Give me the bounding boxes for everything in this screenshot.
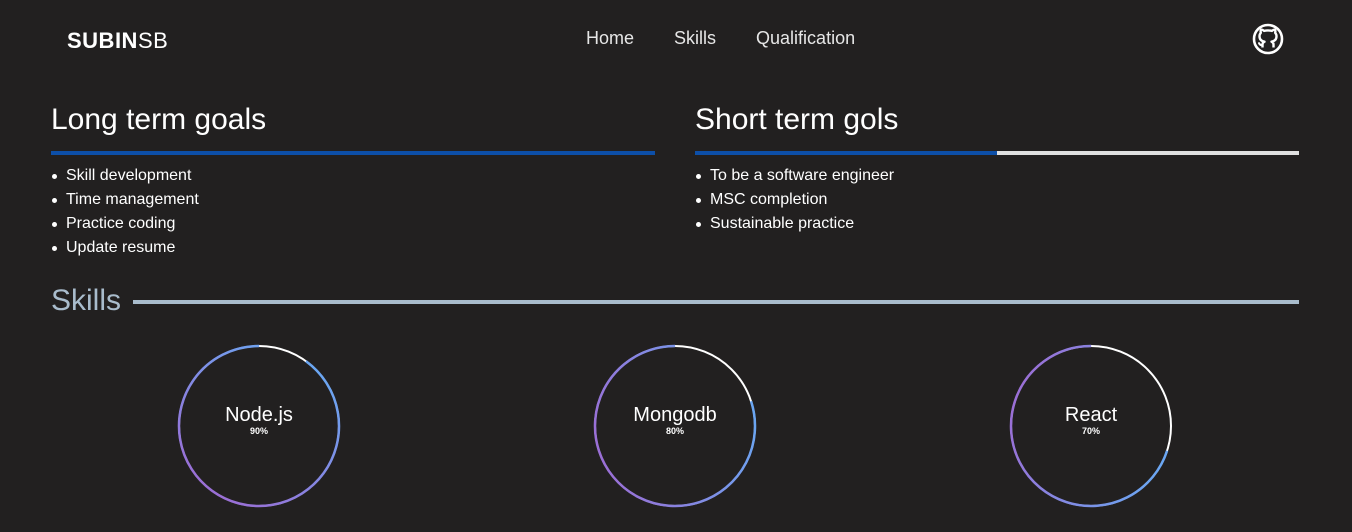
skill-percent: 70% <box>1081 426 1100 436</box>
github-icon[interactable] <box>1252 23 1284 55</box>
long-term-goals-list: Skill development Time management Practi… <box>51 164 199 260</box>
list-item: To be a software engineer <box>695 164 894 188</box>
long-term-progress-fill <box>51 151 655 155</box>
long-term-goals-title: Long term goals <box>51 103 267 136</box>
brand-logo[interactable]: SUBINSB <box>67 28 168 54</box>
long-term-goals-section: Long term goals Skill development Time m… <box>51 100 655 256</box>
skills-header: Skills <box>51 284 1299 320</box>
short-term-goals-section: Short term gols To be a software enginee… <box>695 100 1299 232</box>
skills-divider <box>133 300 1299 304</box>
short-term-progress-fill <box>695 151 997 155</box>
nav-home-link[interactable]: Home <box>586 28 634 49</box>
list-item: MSC completion <box>695 188 894 212</box>
skill-percent: 90% <box>249 426 268 436</box>
list-item: Skill development <box>52 164 199 188</box>
list-item: Practice coding <box>52 212 199 236</box>
list-item: Update resume <box>52 236 199 260</box>
skill-mongodb-ring: Mongodb 80% <box>593 344 757 508</box>
short-term-progress-bar <box>695 151 1299 155</box>
skills-title: Skills <box>51 284 122 317</box>
skill-name: Node.js <box>225 404 293 426</box>
list-item: Time management <box>52 188 199 212</box>
long-term-progress-bar <box>51 151 655 155</box>
nav-skills-link[interactable]: Skills <box>674 28 716 49</box>
brand-bold: SUBIN <box>67 28 138 53</box>
brand-light: SB <box>137 28 169 53</box>
skill-react-ring: React 70% <box>1009 344 1173 508</box>
navbar: SUBINSB Home Skills Qualification <box>0 0 1352 80</box>
skill-node-ring: Node.js 90% <box>177 344 341 508</box>
skill-name: Mongodb <box>633 404 717 426</box>
skill-percent: 80% <box>665 426 684 436</box>
nav-qualification-link[interactable]: Qualification <box>756 28 855 49</box>
short-term-goals-title: Short term gols <box>695 103 899 136</box>
list-item: Sustainable practice <box>695 212 894 236</box>
skill-name: React <box>1064 404 1118 426</box>
nav-links: Home Skills Qualification <box>586 28 895 49</box>
short-term-goals-list: To be a software engineer MSC completion… <box>695 164 894 236</box>
